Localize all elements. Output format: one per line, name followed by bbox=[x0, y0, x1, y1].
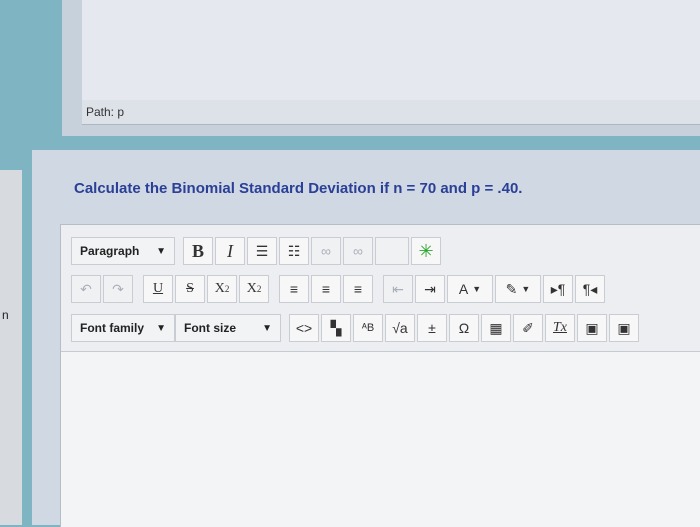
redo-button[interactable]: ↷ bbox=[103, 275, 133, 303]
italic-button[interactable]: I bbox=[215, 237, 245, 265]
strikethrough-label: S bbox=[186, 281, 194, 296]
clipboard-icon: ▣ bbox=[585, 319, 599, 336]
spellcheck-icon: ᴬB bbox=[361, 322, 375, 334]
paragraph-select-label: Paragraph bbox=[80, 244, 140, 258]
background-color-button[interactable]: ✎ ▼ bbox=[495, 275, 541, 303]
binoculars-icon: ▚ bbox=[330, 319, 342, 336]
unlink-icon: ∞ bbox=[353, 243, 363, 259]
indent-button[interactable]: ⇥ bbox=[415, 275, 445, 303]
rtl-button[interactable]: ¶◂ bbox=[575, 275, 605, 303]
underline-label: U bbox=[152, 281, 164, 296]
chevron-down-icon: ▼ bbox=[156, 322, 166, 334]
plus-minus-button[interactable]: ± bbox=[417, 314, 447, 342]
link-button[interactable]: ∞ bbox=[311, 237, 341, 265]
find-button[interactable]: ▚ bbox=[321, 314, 351, 342]
outdent-icon: ⇤ bbox=[392, 280, 404, 297]
bold-button[interactable]: B bbox=[183, 237, 213, 265]
subscript-base: X bbox=[214, 281, 225, 296]
subscript-button[interactable]: X2 bbox=[207, 275, 237, 303]
path-bar: Path: p bbox=[82, 100, 700, 125]
unlink-button[interactable]: ∞ bbox=[343, 237, 373, 265]
align-center-button[interactable]: ≡ bbox=[311, 275, 341, 303]
chevron-down-icon: ▼ bbox=[156, 245, 166, 257]
superscript-button[interactable]: X2 bbox=[239, 275, 269, 303]
toolbar-row-3: Font family ▼ Font size ▼ <> ▚ ᴬB √a ± Ω… bbox=[71, 310, 641, 346]
editor-content-area[interactable] bbox=[61, 351, 700, 527]
numbered-list-icon: ☷ bbox=[287, 242, 301, 259]
redo-icon: ↷ bbox=[112, 280, 124, 297]
table-button[interactable]: ▦ bbox=[481, 314, 511, 342]
undo-button[interactable]: ↶ bbox=[71, 275, 101, 303]
clear-formatting-button[interactable]: Tx bbox=[545, 314, 575, 342]
align-left-button[interactable]: ≡ bbox=[279, 275, 309, 303]
font-family-label: Font family bbox=[80, 321, 145, 335]
text-color-label: A bbox=[458, 281, 469, 297]
align-right-button[interactable]: ≡ bbox=[343, 275, 373, 303]
spellcheck-button[interactable]: ᴬB bbox=[353, 314, 383, 342]
font-size-label: Font size bbox=[184, 321, 237, 335]
left-sidebar-strip bbox=[0, 170, 22, 525]
paint-button[interactable]: ✐ bbox=[513, 314, 543, 342]
sparkle-icon: ✳ bbox=[418, 240, 434, 261]
table-icon: ▦ bbox=[489, 319, 503, 336]
undo-icon: ↶ bbox=[80, 280, 92, 297]
toolbar-row-1: Paragraph ▼ B I ☰ ☷ ∞ ∞ ✳ bbox=[71, 233, 443, 269]
paste-word-button[interactable]: ▣ bbox=[609, 314, 639, 342]
clipboard-icon: ▣ bbox=[617, 319, 631, 336]
previous-editor-area[interactable] bbox=[82, 0, 700, 101]
toolbar-row-2: ↶ ↷ U S X2 X2 ≡ ≡ ≡ ⇤ ⇥ A ▼ ✎ ▼ ▸¶ ¶◂ bbox=[71, 271, 607, 307]
paragraph-format-select[interactable]: Paragraph ▼ bbox=[71, 237, 175, 265]
text-color-button[interactable]: A ▼ bbox=[447, 275, 493, 303]
numbered-list-button[interactable]: ☷ bbox=[279, 237, 309, 265]
sidebar-letter: n bbox=[2, 308, 9, 322]
chevron-down-icon: ▼ bbox=[472, 284, 482, 294]
brush-icon: ✐ bbox=[522, 319, 534, 336]
font-size-select[interactable]: Font size ▼ bbox=[175, 314, 281, 342]
link-icon: ∞ bbox=[321, 243, 331, 259]
outdent-button[interactable]: ⇤ bbox=[383, 275, 413, 303]
indent-icon: ⇥ bbox=[424, 280, 436, 297]
superscript-base: X bbox=[246, 281, 257, 296]
clear-formatting-label: Tx bbox=[553, 320, 567, 335]
ltr-button[interactable]: ▸¶ bbox=[543, 275, 573, 303]
underline-button[interactable]: U bbox=[143, 275, 173, 303]
subscript-mark: 2 bbox=[224, 284, 230, 294]
question-text: Calculate the Binomial Standard Deviatio… bbox=[74, 180, 523, 197]
path-label: Path: p bbox=[86, 105, 125, 119]
superscript-mark: 2 bbox=[256, 284, 262, 294]
font-family-select[interactable]: Font family ▼ bbox=[71, 314, 175, 342]
equation-button[interactable]: √a bbox=[385, 314, 415, 342]
highlighter-icon: ✎ bbox=[505, 280, 518, 297]
strikethrough-button[interactable]: S bbox=[175, 275, 205, 303]
bullet-list-icon: ☰ bbox=[255, 242, 269, 259]
chevron-down-icon: ▼ bbox=[521, 284, 531, 294]
paste-button[interactable]: ▣ bbox=[577, 314, 607, 342]
source-code-button[interactable]: <> bbox=[289, 314, 319, 342]
bullet-list-button[interactable]: ☰ bbox=[247, 237, 277, 265]
blank-button[interactable] bbox=[375, 237, 409, 265]
special-character-button[interactable]: Ω bbox=[449, 314, 479, 342]
chevron-down-icon: ▼ bbox=[262, 322, 272, 334]
special-button[interactable]: ✳ bbox=[411, 237, 441, 265]
rich-text-editor: Paragraph ▼ B I ☰ ☷ ∞ ∞ ✳ ↶ ↷ U S X2 X2 … bbox=[60, 224, 700, 527]
